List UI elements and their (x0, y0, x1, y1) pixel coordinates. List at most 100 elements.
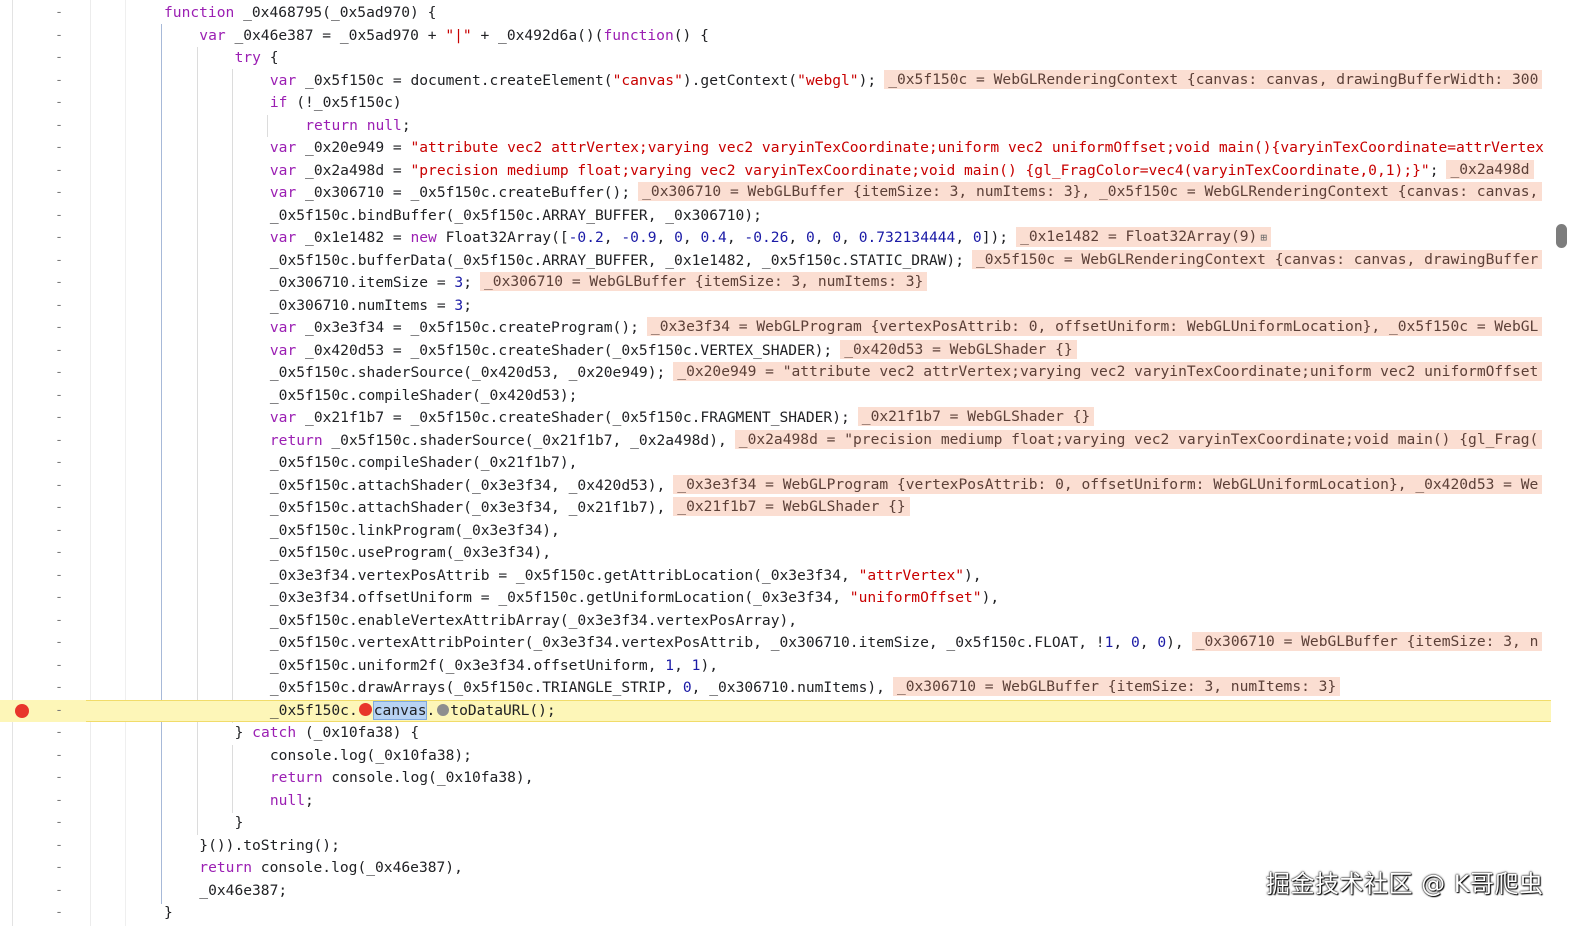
code-line[interactable]: - var _0x5f150c = document.createElement(… (0, 69, 1551, 93)
breakpoint-slot-marker[interactable]: - (52, 632, 66, 655)
code-line[interactable]: - function _0x468795(_0x5ad970) { (0, 2, 1551, 25)
inline-variable-value[interactable]: _0x306710 = WebGLBuffer {itemSize: 3, n (1191, 632, 1543, 651)
inline-variable-value[interactable]: _0x3e3f34 = WebGLProgram {vertexPosAttri… (673, 474, 1543, 494)
breakpoint-slot-marker[interactable]: - (52, 70, 66, 93)
inline-breakpoint-slot-icon[interactable] (437, 703, 450, 716)
code-line[interactable]: - _0x5f150c.compileShader(_0x420d53); (0, 385, 1551, 408)
code-line[interactable]: - var _0x46e387 = _0x5ad970 + "|" + _0x49… (0, 25, 1551, 48)
code-line[interactable]: - _0x5f150c.shaderSource(_0x420d53, _0x20… (0, 362, 1551, 385)
code-line[interactable]: - _0x3e3f34.offsetUniform = _0x5f150c.get… (0, 587, 1551, 610)
code-line[interactable]: - if (!_0x5f150c) (0, 92, 1551, 115)
code-line[interactable]: -} (0, 812, 1551, 835)
code-line[interactable]: -} catch (_0x10fa38) { (0, 722, 1551, 745)
breakpoint-slot-marker[interactable]: - (52, 767, 66, 790)
source-code-editor[interactable]: - function _0x468795(_0x5ad970) {- var _0x… (0, 0, 1578, 926)
code-line[interactable]: - var _0x420d53 = _0x5f150c.createShader(… (0, 339, 1551, 363)
code-line[interactable]: - var _0x3e3f34 = _0x5f150c.createProgram… (0, 317, 1551, 340)
breakpoint-slot-marker[interactable]: - (52, 295, 66, 318)
breakpoint-slot-marker[interactable]: - (52, 655, 66, 678)
breakpoint-slot-marker[interactable]: - (52, 677, 66, 700)
code-line[interactable]: - _0x5f150c.bufferData(_0x5f150c.ARRAY_BU… (0, 249, 1551, 273)
inline-variable-value[interactable]: _0x2a498d (1446, 159, 1534, 179)
inline-variable-value[interactable]: _0x5f150c = WebGLRenderingContext {canva… (972, 249, 1543, 269)
breakpoint-slot-marker[interactable]: - (52, 47, 66, 70)
code-line[interactable]: - return console.log(_0x10fa38), (0, 767, 1551, 790)
breakpoint-slot-marker[interactable]: - (52, 250, 66, 273)
breakpoint-slot-marker[interactable]: - (52, 790, 66, 813)
inline-variable-value[interactable]: _0x306710 = WebGLBuffer {itemSize: 3, nu… (638, 182, 1543, 201)
code-line[interactable]: - _0x5f150c.vertexAttribPointer(_0x3e3f34… (0, 632, 1551, 655)
inline-variable-value[interactable]: _0x21f1b7 = WebGLShader {} (673, 497, 910, 516)
code-line[interactable]: - return null; (0, 115, 1551, 138)
code-line[interactable]: - _0x5f150c.enableVertexAttribArray(_0x3e… (0, 610, 1551, 633)
breakpoint-slot-marker[interactable]: - (52, 92, 66, 115)
breakpoint-slot-marker[interactable]: - (52, 520, 66, 543)
inline-breakpoint-icon[interactable] (358, 702, 372, 716)
code-line[interactable]: -}()).toString(); (0, 835, 1551, 858)
code-line[interactable]: - _0x306710.itemSize = 3; _0x306710 = WebG… (0, 272, 1551, 295)
breakpoint-slot-marker[interactable]: - (52, 385, 66, 408)
breakpoint-slot-marker[interactable]: - (52, 25, 66, 48)
code-line[interactable]: - try { (0, 47, 1551, 70)
code-line[interactable]: - return _0x5f150c.shaderSource(_0x21f1b7… (0, 429, 1551, 453)
code-line[interactable]: - var _0x306710 = _0x5f150c.createBuffer(… (0, 182, 1551, 205)
breakpoint-slot-marker[interactable]: - (52, 722, 66, 745)
code-line[interactable]: - var _0x20e949 = "attribute vec2 attrVer… (0, 137, 1551, 160)
code-line[interactable]: - console.log(_0x10fa38); (0, 745, 1551, 768)
selected-token[interactable]: canvas (372, 700, 428, 720)
code-line[interactable]: - _0x5f150c.linkProgram(_0x3e3f34), (0, 520, 1551, 543)
code-line[interactable]: - _0x306710.numItems = 3; (0, 295, 1551, 318)
expand-array-icon[interactable]: ⊞ (1260, 228, 1267, 247)
inline-variable-value[interactable]: _0x21f1b7 = WebGLShader {} (857, 407, 1095, 426)
breakpoint-slot-marker[interactable]: - (52, 812, 66, 835)
code-line[interactable]: - _0x5f150c.attachShader(_0x3e3f34, _0x21… (0, 497, 1551, 520)
breakpoint-slot-marker[interactable]: - (52, 407, 66, 430)
code-line[interactable]: - var _0x21f1b7 = _0x5f150c.createShader(… (0, 407, 1551, 430)
breakpoint-slot-marker[interactable]: - (52, 430, 66, 453)
breakpoint-slot-marker[interactable]: - (52, 2, 66, 25)
inline-variable-value[interactable]: _0x306710 = WebGLBuffer {itemSize: 3, nu… (892, 677, 1341, 696)
breakpoint-slot-marker[interactable]: - (52, 565, 66, 588)
code-line[interactable]: - _0x5f150c.compileShader(_0x21f1b7), (0, 452, 1551, 475)
breakpoint-slot-marker[interactable]: - (52, 452, 66, 475)
breakpoint-slot-marker[interactable]: - (52, 857, 66, 880)
code-line[interactable]: - _0x5f150c.attachShader(_0x3e3f34, _0x42… (0, 474, 1551, 498)
code-line[interactable]: - var _0x2a498d = "precision mediump floa… (0, 159, 1551, 183)
breakpoint-slot-marker[interactable]: - (52, 610, 66, 633)
breakpoint-slot-marker[interactable]: - (52, 317, 66, 340)
inline-variable-value[interactable]: _0x3e3f34 = WebGLProgram {vertexPosAttri… (646, 317, 1543, 336)
breakpoint-slot-marker[interactable]: - (52, 160, 66, 183)
inline-variable-value[interactable]: _0x5f150c = WebGLRenderingContext {canva… (884, 69, 1543, 89)
breakpoint-slot-marker[interactable]: - (52, 745, 66, 768)
breakpoint-slot-marker[interactable]: - (52, 902, 66, 925)
breakpoint-slot-marker[interactable]: - (52, 587, 66, 610)
inline-variable-value[interactable]: _0x1e1482 = Float32Array(9) ⊞ (1016, 227, 1271, 247)
code-line[interactable]: - _0x5f150c.useProgram(_0x3e3f34), (0, 542, 1551, 565)
breakpoint-slot-marker[interactable]: - (52, 182, 66, 205)
breakpoint-slot-marker[interactable]: - (52, 205, 66, 228)
breakpoint-slot-marker[interactable]: - (52, 340, 66, 363)
breakpoint-slot-marker[interactable]: - (52, 542, 66, 565)
breakpoint-slot-marker[interactable]: - (52, 475, 66, 498)
code-line[interactable]: - _0x5f150c.uniform2f(_0x3e3f34.offsetUni… (0, 655, 1551, 678)
inline-variable-value[interactable]: _0x20e949 = "attribute vec2 attrVertex;v… (673, 362, 1543, 381)
breakpoint-slot-marker[interactable]: - (52, 497, 66, 520)
breakpoint-slot-marker[interactable]: - (52, 115, 66, 138)
breakpoint-slot-marker[interactable]: - (52, 227, 66, 250)
inline-variable-value[interactable]: _0x306710 = WebGLBuffer {itemSize: 3, nu… (480, 272, 928, 291)
breakpoint-slot-marker[interactable]: - (52, 137, 66, 160)
breakpoint-icon[interactable] (15, 703, 29, 718)
breakpoint-slot-marker[interactable]: - (52, 362, 66, 385)
code-line[interactable]: - var _0x1e1482 = new Float32Array([-0.2,… (0, 227, 1551, 250)
code-line[interactable]: -} (0, 902, 1551, 925)
inline-variable-value[interactable]: _0x2a498d = "precision mediump float;var… (734, 429, 1543, 449)
code-line[interactable]: - _0x5f150c.drawArrays(_0x5f150c.TRIANGLE… (0, 677, 1551, 700)
breakpoint-slot-marker[interactable]: - (52, 272, 66, 295)
code-line[interactable]: - null; (0, 790, 1551, 813)
inline-variable-value[interactable]: _0x420d53 = WebGLShader {} (840, 339, 1077, 359)
breakpoint-slot-marker[interactable]: - (52, 835, 66, 858)
breakpoint-slot-marker[interactable]: - (52, 880, 66, 903)
code-line[interactable]: - _0x5f150c. canvas. toDataURL(); (0, 699, 1551, 723)
code-line[interactable]: - _0x5f150c.bindBuffer(_0x5f150c.ARRAY_BU… (0, 205, 1551, 228)
breakpoint-slot-marker[interactable]: - (52, 700, 66, 723)
